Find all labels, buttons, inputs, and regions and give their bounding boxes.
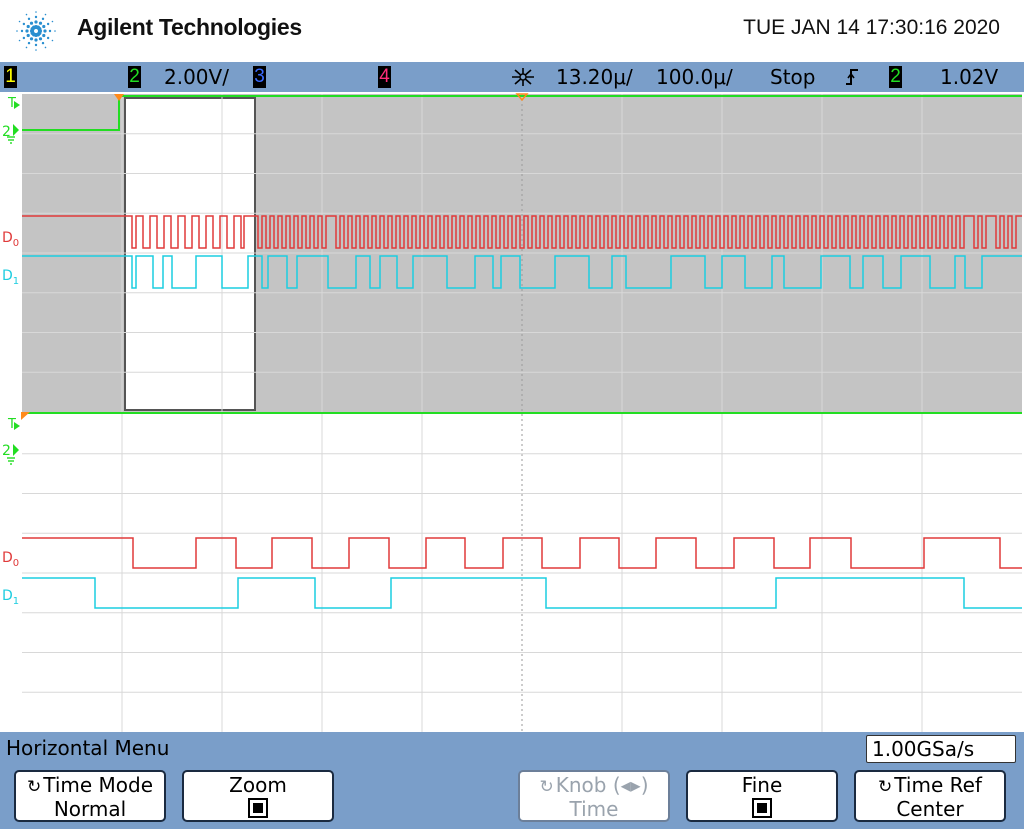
zoom-channel-2-ground-arrow — [13, 444, 19, 456]
channel-2-indicator[interactable]: 2 — [128, 66, 141, 88]
agilent-spark-logo — [10, 6, 62, 56]
time-ref-label: Time Ref — [894, 773, 982, 797]
time-mode-softkey[interactable]: ↻ Time Mode Normal — [14, 770, 166, 822]
channel-2-scale: 2.00V/ — [164, 65, 229, 89]
knob-value: Time — [520, 798, 668, 820]
menu-title: Horizontal Menu — [6, 736, 169, 760]
knob-softkey[interactable]: ↻ Knob (◂▸) Time — [518, 770, 670, 822]
d0-trace-zoom — [22, 538, 1022, 568]
fine-checkbox[interactable] — [752, 798, 772, 818]
date-time-display: TUE JAN 14 17:30:16 2020 — [743, 16, 1000, 40]
channel-2-ground-arrow — [13, 124, 19, 136]
zoom-channel-2-ground-label: 2 — [2, 443, 11, 459]
knob-label: Knob (◂▸) — [556, 773, 649, 797]
d1-trace-zoom — [22, 578, 1022, 608]
channel-3-indicator[interactable]: 3 — [253, 66, 266, 88]
time-ref-value: Center — [856, 798, 1004, 820]
run-state: Stop — [770, 65, 815, 89]
d0-label: D0 — [2, 230, 19, 249]
knob-icon: ↻ — [539, 777, 553, 797]
horizontal-scale: 100.0μ/ — [656, 65, 733, 89]
fine-label: Fine — [688, 774, 836, 796]
zoom-d0-label: D0 — [2, 550, 19, 569]
knob-icon: ↻ — [878, 777, 892, 797]
zoom-label: Zoom — [184, 774, 332, 796]
trigger-source-indicator[interactable]: 2 — [889, 66, 902, 88]
zoom-softkey[interactable]: Zoom — [182, 770, 334, 822]
horizontal-menu: Horizontal Menu 1.00GSa/s ↻ Time Mode Nor… — [0, 732, 1024, 829]
sample-rate-readout: 1.00GSa/s — [866, 735, 1016, 763]
trigger-level: 1.02V — [940, 65, 998, 89]
knob-icon: ↻ — [27, 777, 41, 797]
brand-bar: Agilent Technologies TUE JAN 14 17:30:16… — [0, 0, 1024, 62]
rising-edge-trigger-icon — [844, 67, 860, 87]
time-ref-softkey[interactable]: ↻ Time Ref Center — [854, 770, 1006, 822]
channel-4-indicator[interactable]: 4 — [378, 66, 391, 88]
trigger-level-arrow — [14, 101, 20, 109]
zoom-region-box[interactable] — [125, 98, 255, 410]
zoom-d1-label: D1 — [2, 588, 19, 607]
status-bar: 1 2 2.00V/ 3 4 13.20μ/ 100.0μ/ Stop 2 1.… — [0, 62, 1024, 92]
channel-1-indicator[interactable]: 1 — [4, 66, 17, 88]
zoom-checkbox[interactable] — [248, 798, 268, 818]
time-base-icon — [510, 67, 536, 87]
time-mode-value: Normal — [16, 798, 164, 820]
fine-softkey[interactable]: Fine — [686, 770, 838, 822]
brand-name: Agilent Technologies — [77, 14, 302, 41]
zoom-trigger-level-arrow — [14, 422, 20, 430]
d1-label: D1 — [2, 268, 19, 287]
waveform-display[interactable]: T 2 D0 D1 T 2 D0 D1 — [0, 92, 1024, 732]
zoom-window-grid — [22, 414, 1022, 732]
horizontal-position: 13.20μ/ — [556, 65, 633, 89]
time-mode-label: Time Mode — [43, 773, 153, 797]
